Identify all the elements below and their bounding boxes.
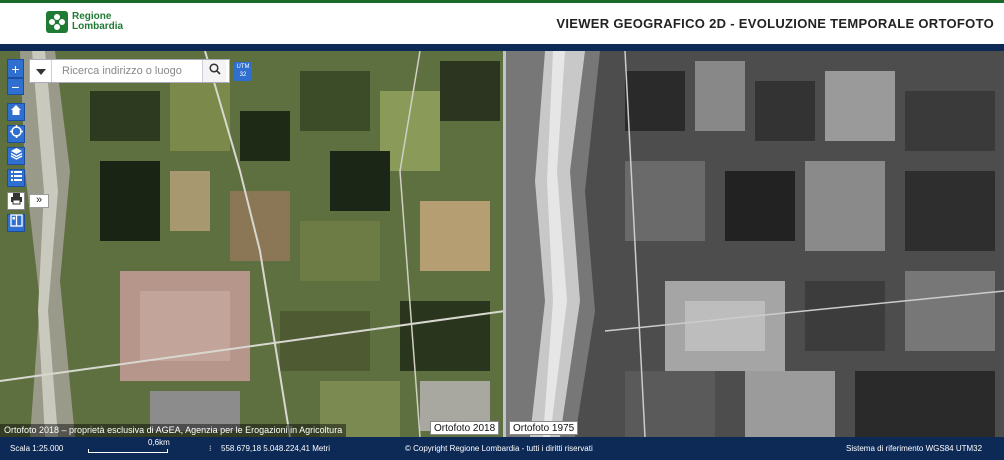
locate-button[interactable] <box>7 125 25 143</box>
search-input[interactable] <box>52 60 202 82</box>
search-dropdown-button[interactable] <box>30 60 52 82</box>
header-band <box>0 44 1004 51</box>
utm-badge-line-2: 32 <box>239 72 247 78</box>
locate-icon <box>9 125 23 143</box>
page-title: VIEWER GEOGRAFICO 2D - EVOLUZIONE TEMPOR… <box>556 16 994 31</box>
status-footer: Scala 1:25.000 0,6km ⁝ 558.679,18 5.048.… <box>0 437 1004 460</box>
ortho-2018-imagery <box>0 51 505 437</box>
coordinates-icon: ⁝ <box>209 444 212 453</box>
map-attribution: Ortofoto 2018 – proprietà esclusiva di A… <box>0 424 347 437</box>
scale-text: Scala 1:25.000 <box>10 444 64 453</box>
legend-button[interactable] <box>7 169 25 187</box>
map-viewer[interactable]: + − UTM 32 <box>0 51 1004 437</box>
ortho-1975-label: Ortofoto 1975 <box>509 421 579 435</box>
caret-down-icon <box>35 62 46 80</box>
expand-panel-button[interactable]: » <box>29 194 49 208</box>
ortho-1975-imagery <box>505 51 1004 437</box>
search-button[interactable] <box>202 60 226 82</box>
map-panel-2018[interactable] <box>0 51 505 437</box>
compare-button[interactable] <box>7 214 25 232</box>
coordinate-system-badge[interactable]: UTM 32 <box>234 62 252 81</box>
ortho-2018-label: Ortofoto 2018 <box>430 421 500 435</box>
logo-mark-icon <box>46 11 68 33</box>
home-icon <box>10 103 22 121</box>
print-button[interactable] <box>7 192 25 210</box>
reference-system-text: Sistema di riferimento WGS84 UTM32 <box>846 444 983 453</box>
logo-text: Regione Lombardia <box>72 12 123 32</box>
layers-icon <box>10 147 23 165</box>
legend-list-icon <box>10 169 23 187</box>
swipe-divider-handle[interactable] <box>503 51 506 437</box>
zoom-in-button[interactable]: + <box>7 59 24 78</box>
scale-bar-label: 0,6km <box>148 438 170 447</box>
print-icon <box>10 192 23 210</box>
compare-icon <box>9 214 23 232</box>
copyright-text: © Copyright Regione Lombardia - tutti i … <box>405 444 593 453</box>
coordinates-readout: 558.679,18 5.048.224,41 Metri <box>221 444 330 453</box>
zoom-out-button[interactable]: − <box>7 78 24 95</box>
utm-badge-line-1: UTM <box>236 64 250 70</box>
logo-line-2: Lombardia <box>72 21 124 32</box>
app-header: Regione Lombardia VIEWER GEOGRAFICO 2D -… <box>0 3 1004 44</box>
search-icon <box>208 62 221 80</box>
search-bar <box>29 59 230 83</box>
home-button[interactable] <box>7 103 25 121</box>
regione-lombardia-logo[interactable]: Regione Lombardia <box>46 11 123 33</box>
layers-button[interactable] <box>7 147 25 165</box>
map-panel-1975[interactable] <box>505 51 1004 437</box>
